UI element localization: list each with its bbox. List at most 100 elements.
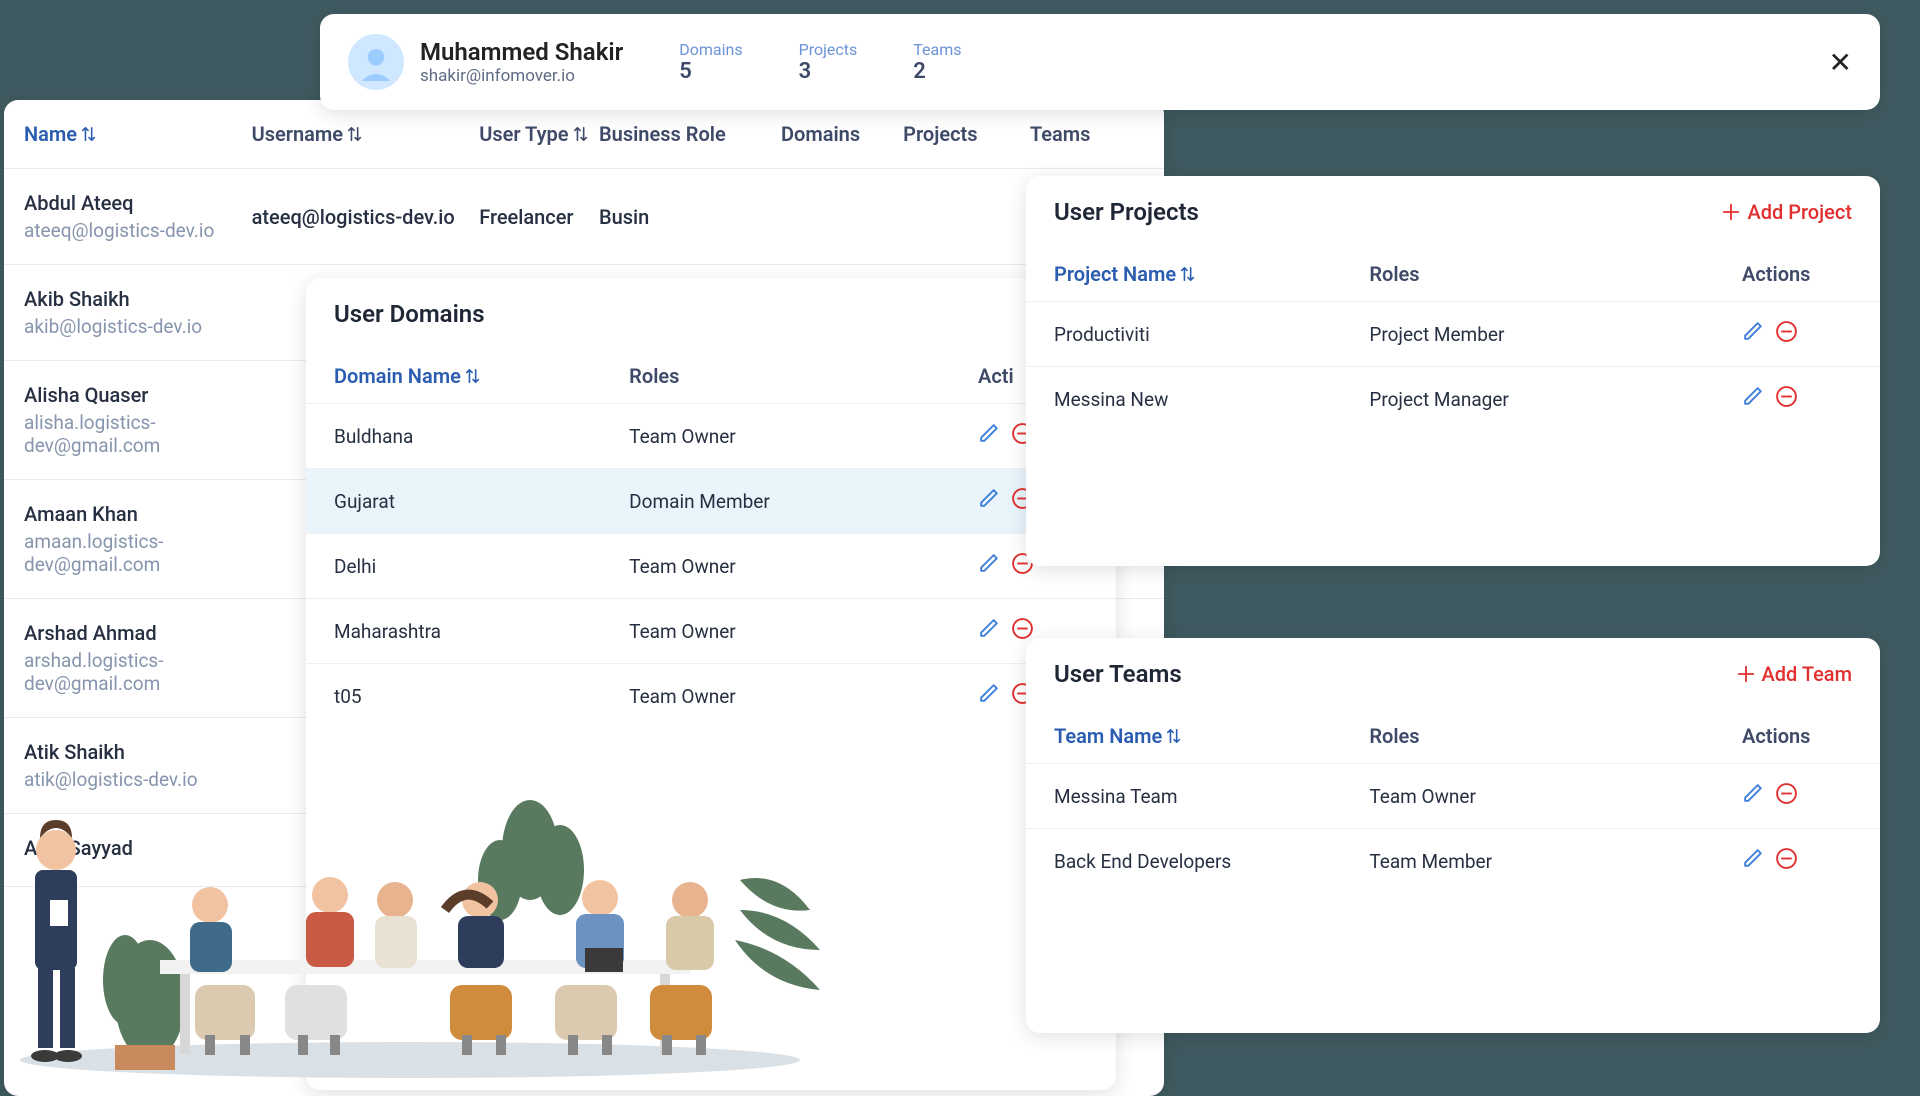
column-name-label: Name <box>24 122 77 146</box>
sort-icon <box>573 124 589 144</box>
stat-teams: Teams2 <box>913 40 961 84</box>
row-name: Messina Team <box>1054 785 1369 808</box>
stat-value: 3 <box>799 59 858 84</box>
column-domains: Domains <box>761 122 881 146</box>
user-email: alisha.logistics-dev@gmail.com <box>24 411 252 457</box>
team-col-actions: Actions <box>1742 724 1852 748</box>
domain-row[interactable]: DelhiTeam Owner <box>306 533 1116 598</box>
user-email: akib@logistics-dev.io <box>24 315 252 338</box>
stat-value: 5 <box>679 59 742 84</box>
edit-button[interactable] <box>978 682 1001 710</box>
add-project-label: Add Project <box>1747 200 1852 224</box>
column-user-type[interactable]: User Type <box>479 122 599 146</box>
stat-label: Teams <box>913 40 961 59</box>
edit-button[interactable] <box>1742 320 1765 348</box>
row-role: Project Manager <box>1369 388 1742 411</box>
user-email: ateeq@logistics-dev.io <box>24 219 252 242</box>
column-teams: Teams <box>1000 122 1120 146</box>
edit-button[interactable] <box>978 487 1001 515</box>
edit-button[interactable] <box>1742 385 1765 413</box>
sort-icon <box>347 124 363 144</box>
edit-button[interactable] <box>978 422 1001 450</box>
column-business-role-label: Business Role <box>599 122 726 146</box>
username: ateeq@logistics-dev.io <box>252 205 480 229</box>
stat-label: Domains <box>679 40 742 59</box>
column-user-type-label: User Type <box>479 122 568 146</box>
user-email: shakir@infomover.io <box>420 66 623 86</box>
domain-col-name-label: Domain Name <box>334 364 461 388</box>
project-col-name-label: Project Name <box>1054 262 1176 286</box>
sort-icon <box>81 124 97 144</box>
project-row[interactable]: ProductivitiProject Member <box>1026 301 1880 366</box>
business-role: Busin <box>599 205 761 229</box>
team-row[interactable]: Back End DevelopersTeam Member <box>1026 828 1880 893</box>
team-col-roles: Roles <box>1369 724 1742 748</box>
column-projects: Projects <box>880 122 1000 146</box>
user-name: Abdul Ateeq <box>24 191 252 215</box>
column-name[interactable]: Name <box>24 122 252 146</box>
column-business-role: Business Role <box>599 122 761 146</box>
plus-icon <box>1736 664 1756 684</box>
column-projects-label: Projects <box>903 122 977 146</box>
row-name: Back End Developers <box>1054 850 1369 873</box>
remove-button[interactable] <box>1775 847 1798 875</box>
project-col-actions: Actions <box>1742 262 1852 286</box>
domain-col-name[interactable]: Domain Name <box>334 364 629 388</box>
row-name: Gujarat <box>334 490 629 513</box>
row-role: Team Owner <box>1369 785 1742 808</box>
row-name: Productiviti <box>1054 323 1369 346</box>
domain-row[interactable]: t05Team Owner <box>306 663 1116 728</box>
project-col-roles: Roles <box>1369 262 1742 286</box>
user-type: Freelancer <box>479 205 599 229</box>
sort-icon <box>1180 264 1196 284</box>
stat-projects: Projects3 <box>799 40 858 84</box>
row-name: Maharashtra <box>334 620 629 643</box>
add-team-button[interactable]: Add Team <box>1736 662 1852 686</box>
user-projects-panel: User Projects Add Project Project Name R… <box>1026 176 1880 566</box>
project-row[interactable]: Messina NewProject Manager <box>1026 366 1880 431</box>
remove-button[interactable] <box>1775 782 1798 810</box>
avatar <box>348 34 404 90</box>
table-row[interactable]: Abdul Ateeqateeq@logistics-dev.ioateeq@l… <box>4 169 1164 265</box>
projects-panel-title: User Projects <box>1054 198 1199 226</box>
row-role: Team Member <box>1369 850 1742 873</box>
domain-row[interactable]: GujaratDomain Member <box>306 468 1116 533</box>
remove-button[interactable] <box>1775 320 1798 348</box>
team-col-name[interactable]: Team Name <box>1054 724 1369 748</box>
row-role: Team Owner <box>629 620 978 643</box>
column-username[interactable]: Username <box>252 122 480 146</box>
row-role: Team Owner <box>629 685 978 708</box>
stat-domains: Domains5 <box>679 40 742 84</box>
edit-button[interactable] <box>978 617 1001 645</box>
user-name: Muhammed Shakir <box>420 38 623 66</box>
domain-row[interactable]: MaharashtraTeam Owner <box>306 598 1116 663</box>
users-table-header-row: Name Username User Type Business Role Do… <box>4 100 1164 169</box>
plus-icon <box>1721 202 1741 222</box>
edit-button[interactable] <box>978 552 1001 580</box>
close-button[interactable]: ✕ <box>1829 46 1852 79</box>
column-teams-label: Teams <box>1030 122 1091 146</box>
column-username-label: Username <box>252 122 343 146</box>
row-name: t05 <box>334 685 629 708</box>
team-col-name-label: Team Name <box>1054 724 1162 748</box>
remove-button[interactable] <box>1775 385 1798 413</box>
project-col-name[interactable]: Project Name <box>1054 262 1369 286</box>
user-email: amaan.logistics-dev@gmail.com <box>24 530 252 576</box>
sort-icon <box>465 366 481 386</box>
teams-panel-title: User Teams <box>1054 660 1182 688</box>
edit-button[interactable] <box>1742 782 1765 810</box>
user-identity: Muhammed Shakir shakir@infomover.io <box>420 38 623 86</box>
add-project-button[interactable]: Add Project <box>1721 200 1852 224</box>
row-role: Project Member <box>1369 323 1742 346</box>
stat-label: Projects <box>799 40 858 59</box>
user-name: Akib Shaikh <box>24 287 252 311</box>
user-email: arshad.logistics-dev@gmail.com <box>24 649 252 695</box>
domains-panel-title: User Domains <box>334 300 485 328</box>
row-name: Delhi <box>334 555 629 578</box>
domain-row[interactable]: BuldhanaTeam Owner <box>306 403 1116 468</box>
edit-button[interactable] <box>1742 847 1765 875</box>
user-name: Amaan Khan <box>24 502 252 526</box>
sort-icon <box>1166 726 1182 746</box>
team-row[interactable]: Messina TeamTeam Owner <box>1026 763 1880 828</box>
row-role: Team Owner <box>629 425 978 448</box>
